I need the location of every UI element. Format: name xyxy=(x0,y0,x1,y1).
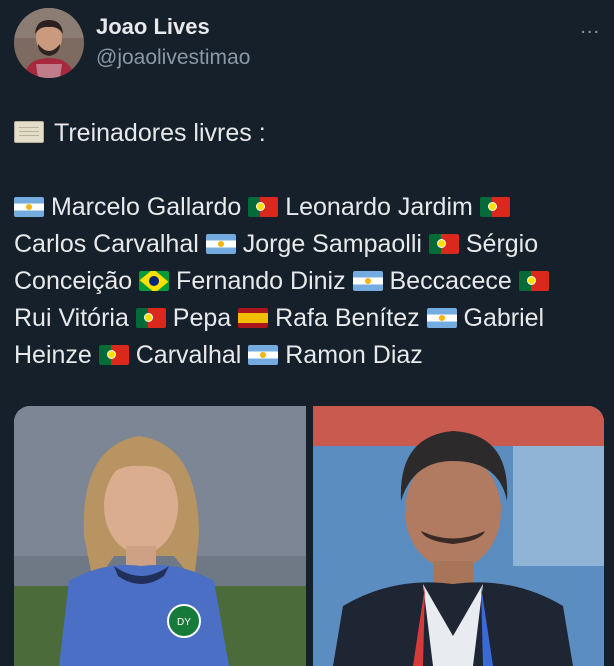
argentina-flag-icon xyxy=(14,197,44,217)
coach-name: Carlos Carvalhal xyxy=(14,230,199,258)
argentina-flag-icon xyxy=(205,234,236,254)
tweet-header-line: Treinadores livres : xyxy=(14,115,604,152)
coach-name: Rui Vitória xyxy=(14,304,129,332)
portugal-flag-icon xyxy=(98,345,129,365)
tweet-line: Marcelo Gallardo Leonardo Jardim xyxy=(14,189,604,226)
coach-photo-left: DY xyxy=(14,406,306,666)
coach-name: Carvalhal xyxy=(135,341,242,369)
portugal-flag-icon xyxy=(248,197,279,217)
tweet-text: Treinadores livres : Marcelo Gallardo Le… xyxy=(14,115,604,374)
coach-name: Conceição xyxy=(14,267,133,295)
author-avatar[interactable] xyxy=(14,8,84,78)
scroll-icon xyxy=(14,121,44,143)
coach-name: Gabriel xyxy=(463,304,545,332)
tweet-line: Conceição Fernando Diniz Beccacece xyxy=(14,263,604,300)
tweet-image-left[interactable]: DY xyxy=(14,406,306,666)
coach-name: Pepa xyxy=(172,304,232,332)
tweet-line: Heinze Carvalhal Ramon Diaz xyxy=(14,337,604,374)
coach-name: Marcelo Gallardo xyxy=(50,193,242,221)
brazil-flag-icon xyxy=(139,271,170,291)
portugal-flag-icon xyxy=(428,234,459,254)
coach-photo-right xyxy=(313,406,604,666)
coach-name: Heinze xyxy=(14,341,92,369)
argentina-flag-icon xyxy=(426,308,457,328)
author-handle[interactable]: @joaolivestimao xyxy=(96,46,250,70)
argentina-flag-icon xyxy=(352,271,383,291)
more-options-button[interactable]: ... xyxy=(580,16,600,39)
avatar-photo-icon xyxy=(14,8,84,78)
coach-name: Sérgio xyxy=(465,230,539,258)
portugal-flag-icon xyxy=(479,197,510,217)
tweet-line: Carlos Carvalhal Jorge Sampaolli Sérgio xyxy=(14,226,604,263)
svg-text:DY: DY xyxy=(177,617,191,628)
tweet-image-right[interactable] xyxy=(313,406,604,666)
coach-name: Fernando Diniz xyxy=(176,267,346,295)
coach-name: Ramon Diaz xyxy=(285,341,423,369)
coach-name: Jorge Sampaolli xyxy=(242,230,422,258)
coach-name: Beccacece xyxy=(389,267,512,295)
tweet-line: Rui Vitória Pepa Rafa Benítez Gabriel xyxy=(14,300,604,337)
argentina-flag-icon xyxy=(248,345,279,365)
coach-name: Rafa Benítez xyxy=(275,304,420,332)
portugal-flag-icon xyxy=(135,308,166,328)
coach-name: Leonardo Jardim xyxy=(285,193,473,221)
spain-flag-icon xyxy=(238,308,269,328)
portugal-flag-icon xyxy=(518,271,549,291)
author-name[interactable]: Joao Lives xyxy=(96,14,210,40)
tweet-header: Treinadores livres : xyxy=(54,119,266,147)
